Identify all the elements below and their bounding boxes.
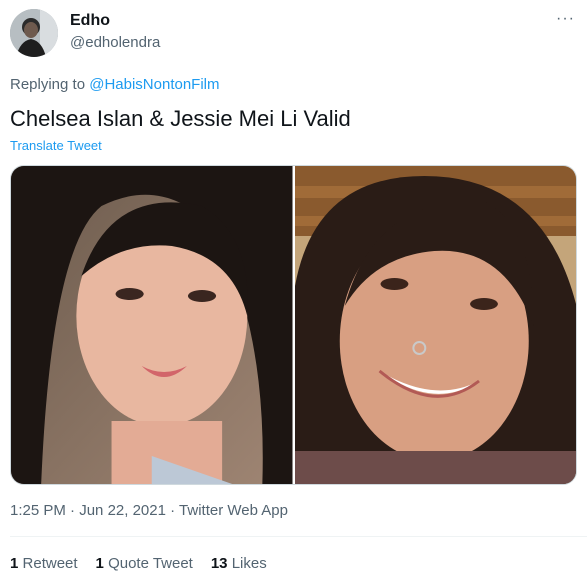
tweet-source[interactable]: Twitter Web App xyxy=(179,502,288,519)
display-name[interactable]: Edho xyxy=(70,12,110,30)
retweets-count: 1 xyxy=(10,555,19,572)
meta-separator: · xyxy=(170,502,176,519)
engagement-stats: 1 Retweet 1 Quote Tweet 13 Likes xyxy=(10,555,267,572)
more-horizontal-icon[interactable]: ··· xyxy=(556,10,575,28)
tweet-meta: 1:25 PM · Jun 22, 2021 · Twitter Web App xyxy=(10,502,288,519)
likes-label: Likes xyxy=(231,555,267,572)
translate-tweet-link[interactable]: Translate Tweet xyxy=(10,138,102,153)
tweet-text: Chelsea Islan & Jessie Mei Li Valid xyxy=(10,106,351,131)
meta-separator: · xyxy=(70,502,76,519)
media-grid xyxy=(10,165,577,485)
replying-to-label: Replying to xyxy=(10,76,86,93)
quote-tweets-stat[interactable]: 1 Quote Tweet xyxy=(96,555,193,572)
likes-count: 13 xyxy=(210,555,228,572)
quote-label: Quote Tweet xyxy=(108,555,193,572)
photo-right[interactable] xyxy=(294,166,576,484)
likes-stat[interactable]: 13 Likes xyxy=(211,555,267,572)
avatar[interactable] xyxy=(10,9,58,57)
handle[interactable]: @edholendra xyxy=(70,34,160,51)
tweet-date[interactable]: Jun 22, 2021 xyxy=(79,502,166,519)
divider xyxy=(10,536,587,537)
replying-to: Replying to @HabisNontonFilm xyxy=(10,76,220,93)
quote-count: 1 xyxy=(95,555,104,572)
retweets-stat[interactable]: 1 Retweet xyxy=(10,555,78,572)
photo-left[interactable] xyxy=(11,166,293,484)
retweets-label: Retweet xyxy=(22,555,78,572)
tweet-time[interactable]: 1:25 PM xyxy=(10,502,66,519)
reply-mention-link[interactable]: @HabisNontonFilm xyxy=(89,76,219,93)
